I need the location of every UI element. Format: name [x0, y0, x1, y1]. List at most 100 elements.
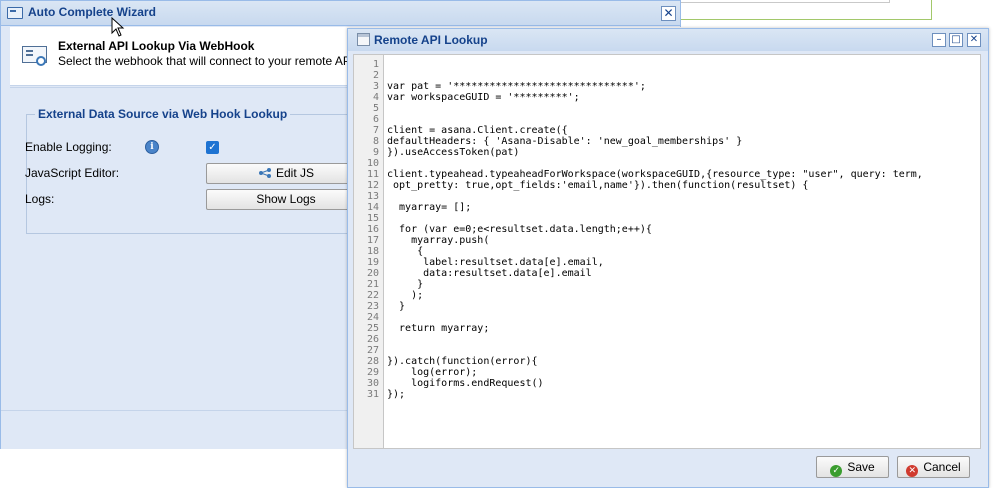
code-line: {	[387, 246, 424, 257]
code-editor[interactable]: 1 2 3 4 5 6 7 8 9 10 11 12 13 14 15 16 17 18 19 20 21 22 23 24 2…	[353, 54, 981, 449]
line-number: 20	[366, 268, 379, 279]
line-number: 7	[372, 125, 379, 136]
enable-logging-checkbox[interactable]: ✓	[206, 141, 219, 154]
code-line: var workspaceGUID = '*********';	[387, 92, 580, 103]
code-line: }	[387, 301, 406, 312]
line-number: 26	[366, 334, 379, 345]
line-number: 11	[366, 169, 379, 180]
line-number: 28	[366, 356, 379, 367]
code-line: myarray= [];	[387, 202, 472, 213]
minimize-icon[interactable]: –	[932, 33, 946, 47]
code-line: for (var e=0;e<resultset.data.length;e++…	[387, 224, 652, 235]
line-number: 18	[366, 246, 379, 257]
code-line: );	[387, 290, 424, 301]
fieldset-legend: External Data Source via Web Hook Lookup	[35, 107, 291, 121]
line-number: 9	[372, 147, 379, 158]
line-number: 12	[366, 180, 379, 191]
dialog-title: Remote API Lookup	[374, 33, 488, 47]
show-logs-button[interactable]: Show Logs	[206, 189, 366, 210]
line-number: 29	[366, 367, 379, 378]
remote-api-lookup-dialog: Remote API Lookup – □ ✕ 1 2 3 4 5 6 7 8 9 10 11 12 1…	[347, 28, 989, 488]
line-number: 4	[372, 92, 379, 103]
window-icon	[7, 7, 23, 19]
background-box	[680, 0, 890, 3]
line-number: 5	[372, 103, 379, 114]
javascript-editor-label: JavaScript Editor:	[25, 166, 120, 180]
edit-js-button[interactable]: Edit JS	[206, 163, 366, 184]
close-icon[interactable]: ✕	[967, 33, 981, 47]
line-number: 8	[372, 136, 379, 147]
code-line: return myarray;	[387, 323, 490, 334]
line-number: 16	[366, 224, 379, 235]
edit-js-label: Edit JS	[275, 166, 314, 180]
cancel-button[interactable]: ✕ Cancel	[897, 456, 970, 478]
line-number: 13	[366, 191, 379, 202]
line-number: 3	[372, 81, 379, 92]
line-number: 21	[366, 279, 379, 290]
background-divider-vertical	[931, 0, 932, 20]
save-label: Save	[847, 460, 875, 474]
background-divider	[680, 19, 932, 20]
code-line: label:resultset.data[e].email,	[387, 257, 604, 268]
code-line: }).useAccessToken(pat)	[387, 147, 520, 158]
code-content[interactable]: var pat = '*****************************…	[387, 59, 923, 400]
code-line: client.typeahead.typeaheadForWorkspace(w…	[387, 169, 923, 180]
line-number: 10	[366, 158, 379, 169]
wizard-header-title: External API Lookup Via WebHook	[58, 39, 255, 53]
dialog-titlebar[interactable]: Remote API Lookup – □ ✕	[348, 29, 988, 51]
line-number: 25	[366, 323, 379, 334]
code-line: var pat = '*****************************…	[387, 81, 646, 92]
check-icon: ✓	[830, 465, 843, 477]
maximize-icon[interactable]: □	[949, 33, 963, 47]
dialog-footer: ✓ Save ✕ Cancel	[348, 453, 988, 487]
code-line: });	[387, 389, 406, 400]
wizard-header-subtitle: Select the webhook that will connect to …	[58, 54, 378, 68]
line-number: 30	[366, 378, 379, 389]
code-line: myarray.push(	[387, 235, 490, 246]
close-icon[interactable]: ✕	[661, 6, 676, 21]
cancel-icon: ✕	[906, 465, 919, 477]
line-number: 6	[372, 114, 379, 125]
logs-label: Logs:	[25, 192, 55, 206]
save-button[interactable]: ✓ Save	[816, 456, 889, 478]
enable-logging-label: Enable Logging:	[25, 140, 112, 154]
window-icon	[357, 33, 370, 46]
line-number: 31	[366, 389, 379, 400]
wizard-title: Auto Complete Wizard	[28, 5, 156, 19]
line-number: 14	[366, 202, 379, 213]
line-number-gutter: 1 2 3 4 5 6 7 8 9 10 11 12 13 14 15 16 17 18 19 20 21 22 23 24 2…	[354, 55, 384, 448]
line-number: 22	[366, 290, 379, 301]
code-line: log(error);	[387, 367, 478, 378]
mouse-cursor-icon	[111, 17, 125, 37]
code-line: defaultHeaders: { 'Asana-Disable': 'new_…	[387, 136, 743, 147]
line-number: 15	[366, 213, 379, 224]
info-icon[interactable]: i	[145, 140, 159, 154]
line-number: 1	[372, 59, 379, 70]
magnifier-icon	[36, 56, 46, 66]
line-number: 27	[366, 345, 379, 356]
line-number: 19	[366, 257, 379, 268]
code-line: data:resultset.data[e].email	[387, 268, 592, 279]
code-line: logiforms.endRequest()	[387, 378, 544, 389]
line-number: 17	[366, 235, 379, 246]
code-line: opt_pretty: true,opt_fields:'email,name'…	[387, 180, 809, 191]
line-number: 24	[366, 312, 379, 323]
code-line: client = asana.Client.create({	[387, 125, 568, 136]
share-icon	[258, 168, 271, 178]
code-line: }).catch(function(error){	[387, 356, 538, 367]
wizard-titlebar[interactable]: Auto Complete Wizard ✕	[1, 1, 680, 26]
cancel-label: Cancel	[923, 460, 961, 474]
code-line: }	[387, 279, 424, 290]
line-number: 23	[366, 301, 379, 312]
line-number: 2	[372, 70, 379, 81]
